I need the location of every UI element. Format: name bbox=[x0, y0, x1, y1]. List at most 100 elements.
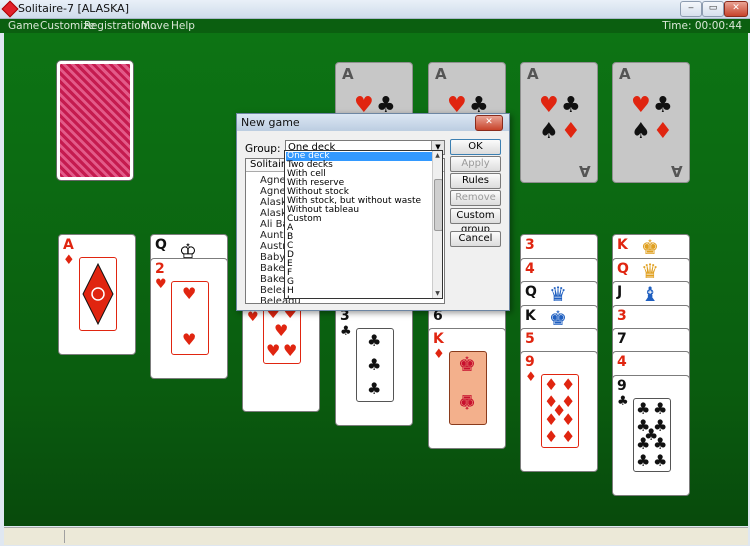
club-icon: ♣ bbox=[561, 93, 581, 118]
dropdown-option[interactable]: I bbox=[286, 296, 433, 299]
diamond-icon: ♦ bbox=[561, 119, 581, 144]
heart-icon: ♥ bbox=[155, 277, 167, 292]
status-divider bbox=[64, 530, 65, 543]
foundation-rank-bottom: A bbox=[671, 162, 683, 180]
scroll-up-icon[interactable]: ▲ bbox=[433, 151, 442, 160]
jack-icon: ♝ bbox=[641, 282, 659, 306]
menubar: Game Customize Registration... Move Help… bbox=[0, 19, 750, 33]
diamond-icon: ♦ bbox=[544, 410, 559, 429]
dropdown-option[interactable]: E bbox=[286, 260, 433, 269]
diamond-icon: ♦ bbox=[433, 347, 445, 362]
foundation-rank: A bbox=[619, 65, 631, 83]
close-button[interactable]: ✕ bbox=[724, 1, 748, 17]
club-icon: ♣ bbox=[636, 434, 651, 453]
minimize-button[interactable]: ‒ bbox=[680, 1, 702, 17]
card-rank: 2 bbox=[155, 261, 165, 277]
card-rank: Q bbox=[155, 237, 167, 253]
heart-icon: ♥ bbox=[631, 93, 651, 118]
foundation-pile[interactable]: A ♥ ♣ ♠ ♦ A bbox=[612, 62, 690, 183]
diamond-icon: ♦ bbox=[561, 427, 576, 446]
custom-group-button[interactable]: Custom group bbox=[450, 208, 501, 235]
heart-icon: ♥ bbox=[247, 310, 259, 325]
scroll-thumb[interactable] bbox=[434, 179, 442, 231]
foundation-rank: A bbox=[342, 65, 354, 83]
cancel-button[interactable]: Cancel bbox=[450, 231, 501, 247]
tableau-card[interactable]: A ♦ bbox=[58, 234, 136, 355]
dropdown-option[interactable]: Custom bbox=[286, 215, 433, 224]
menu-game[interactable]: Game bbox=[8, 20, 39, 32]
tableau-card[interactable]: K ♦ ♚ ♚ bbox=[428, 328, 506, 449]
card-rank: K bbox=[525, 308, 536, 324]
stock-pile[interactable] bbox=[57, 61, 133, 180]
tableau-card[interactable]: 9 ♣ ♣ ♣ ♣ ♣ ♣ ♣ ♣ ♣ ♣ bbox=[612, 375, 690, 496]
crown-icon: ♚ bbox=[641, 235, 659, 259]
card-rank: Q bbox=[525, 284, 537, 300]
heart-icon: ♥ bbox=[283, 341, 298, 360]
tableau-card[interactable]: 9 ♦ ♦ ♦ ♦ ♦ ♦ ♦ ♦ ♦ ♦ bbox=[520, 351, 598, 472]
foundation-rank-bottom: A bbox=[579, 162, 591, 180]
club-icon: ♣ bbox=[636, 451, 651, 470]
card-rank: K bbox=[433, 331, 444, 347]
dropdown-option[interactable]: B bbox=[286, 233, 433, 242]
ok-button[interactable]: OK bbox=[450, 139, 501, 155]
club-icon: ♣ bbox=[653, 451, 668, 470]
menu-move[interactable]: Move bbox=[141, 20, 169, 32]
card-rank: J bbox=[617, 284, 623, 300]
menu-help[interactable]: Help bbox=[171, 20, 195, 32]
club-icon: ♣ bbox=[367, 355, 382, 374]
card-rank: Q bbox=[617, 261, 629, 277]
window-titlebar: Solitaire-7 [ALASKA] ‒ ▭ ✕ bbox=[0, 0, 750, 19]
dropdown-option[interactable]: G bbox=[286, 278, 433, 287]
card-rank: A bbox=[63, 237, 74, 253]
diamond-icon: ♦ bbox=[653, 119, 673, 144]
card-art: ♦ ♦ ♦ ♦ ♦ ♦ ♦ ♦ ♦ bbox=[541, 374, 579, 448]
group-dropdown-list[interactable]: One deck Two decks With cell With reserv… bbox=[284, 150, 443, 299]
club-icon: ♣ bbox=[340, 324, 352, 339]
rules-button[interactable]: Rules bbox=[450, 173, 501, 189]
club-icon: ♣ bbox=[617, 394, 629, 409]
heart-icon: ♥ bbox=[182, 330, 197, 349]
spade-icon: ♠ bbox=[631, 119, 651, 144]
foundation-rank: A bbox=[527, 65, 539, 83]
diamond-icon: ♦ bbox=[561, 410, 576, 429]
club-icon: ♣ bbox=[653, 93, 673, 118]
group-label: Group: bbox=[245, 143, 281, 155]
dropdown-option[interactable]: C bbox=[286, 242, 433, 251]
dialog-titlebar: New game ✕ bbox=[237, 114, 509, 131]
tableau-card[interactable]: 3 ♣ ♣ ♣ ♣ bbox=[335, 305, 413, 426]
game-timer: Time: 00:00:44 bbox=[662, 20, 742, 32]
tableau-card[interactable]: 2 ♥ ♥ ♥ bbox=[150, 258, 228, 379]
app-icon bbox=[1, 0, 19, 18]
scroll-down-icon[interactable]: ▼ bbox=[433, 289, 442, 298]
dialog-title: New game bbox=[241, 116, 300, 129]
card-art: ♚ ♚ bbox=[449, 351, 487, 425]
foundation-pile[interactable]: A ♥ ♣ ♠ ♦ A bbox=[520, 62, 598, 183]
dropdown-option[interactable]: A bbox=[286, 224, 433, 233]
diamond-icon: ♦ bbox=[544, 427, 559, 446]
apply-button[interactable]: Apply bbox=[450, 156, 501, 172]
status-bar bbox=[4, 527, 748, 545]
card-rank: 9 bbox=[617, 378, 627, 394]
diamond-icon: ♦ bbox=[544, 375, 559, 394]
dropdown-option[interactable]: H bbox=[286, 287, 433, 296]
dropdown-scrollbar[interactable]: ▲ ▼ bbox=[432, 151, 442, 298]
club-icon: ♣ bbox=[636, 399, 651, 418]
club-icon: ♣ bbox=[367, 331, 382, 350]
maximize-button[interactable]: ▭ bbox=[702, 1, 724, 17]
heart-icon: ♥ bbox=[182, 284, 197, 303]
card-rank: 4 bbox=[525, 261, 535, 277]
diamond-icon: ♦ bbox=[525, 370, 537, 385]
card-art: ♥ ♥ bbox=[171, 281, 209, 355]
heart-icon: ♥ bbox=[274, 321, 289, 340]
remove-button[interactable]: Remove bbox=[450, 190, 501, 206]
dropdown-option[interactable]: F bbox=[286, 269, 433, 278]
card-art: ♥ ♥ ♥ ♥ ♥ bbox=[263, 302, 301, 364]
crown-icon: ♚ bbox=[549, 306, 567, 330]
dialog-close-button[interactable]: ✕ bbox=[475, 115, 503, 131]
crown-icon: ♛ bbox=[641, 259, 659, 283]
card-rank: K bbox=[617, 237, 628, 253]
heart-icon: ♥ bbox=[266, 341, 281, 360]
king-crown-icon: ♚ bbox=[458, 390, 476, 414]
dropdown-option[interactable]: D bbox=[286, 251, 433, 260]
diamond-icon: ♦ bbox=[63, 253, 75, 268]
